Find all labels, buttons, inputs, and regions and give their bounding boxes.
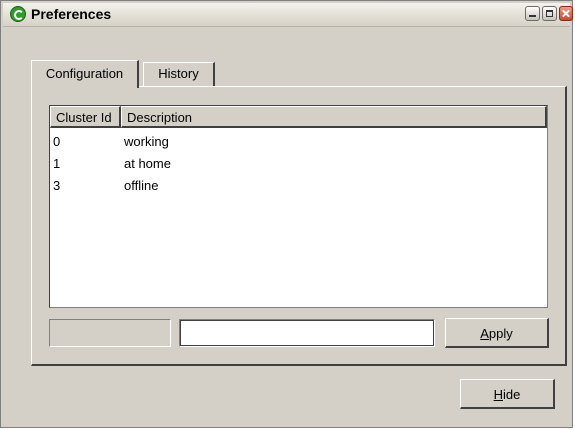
app-icon	[10, 6, 26, 22]
description-cell: working	[124, 134, 169, 149]
cluster-list[interactable]: Cluster Id Description 0 working 1 at ho…	[49, 105, 548, 308]
tab-configuration-label: Configuration	[45, 66, 124, 81]
apply-mnemonic: A	[480, 326, 489, 341]
table-row[interactable]: 0 working	[50, 131, 547, 153]
description-cell: offline	[124, 178, 159, 193]
title-bar[interactable]: Preferences	[3, 3, 573, 27]
tab-configuration[interactable]: Configuration	[31, 60, 139, 88]
column-header-cluster-id[interactable]: Cluster Id	[50, 106, 121, 128]
table-row[interactable]: 1 at home	[50, 153, 547, 175]
minimize-button[interactable]	[525, 6, 540, 21]
cluster-id-cell: 0	[53, 134, 61, 149]
column-header-description[interactable]: Description	[121, 106, 547, 128]
table-row[interactable]: 3 offline	[50, 175, 547, 197]
preferences-window: Preferences Configuration History Cluste…	[0, 0, 573, 428]
cluster-id-field[interactable]	[49, 319, 171, 347]
description-input[interactable]	[179, 319, 435, 347]
hide-mnemonic: H	[493, 387, 504, 402]
cluster-id-cell: 3	[53, 178, 61, 193]
apply-label: pply	[488, 326, 513, 341]
window-title: Preferences	[31, 6, 112, 22]
cluster-id-cell: 1	[53, 156, 61, 171]
apply-button[interactable]: Apply	[445, 318, 549, 348]
tab-history-label: History	[158, 66, 199, 81]
hide-button[interactable]: Hide	[460, 379, 555, 409]
list-header: Cluster Id Description	[50, 106, 547, 128]
tab-history[interactable]: History	[143, 62, 215, 86]
description-cell: at home	[124, 156, 171, 171]
hide-label: ide	[503, 387, 521, 402]
maximize-button[interactable]	[542, 6, 557, 21]
close-button[interactable]	[559, 6, 573, 21]
